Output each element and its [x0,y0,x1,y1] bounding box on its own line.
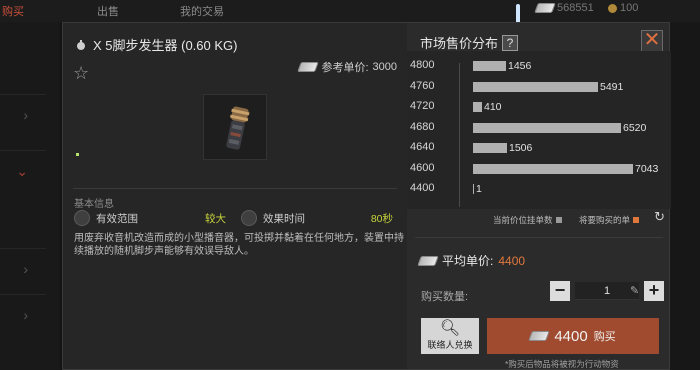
average-price-value: 4400 [498,253,526,268]
range-icon [74,210,90,226]
footstep-generator-icon [226,106,250,150]
attribute-value: 较大 [205,212,226,225]
buy-button[interactable]: 4400 购买 [487,318,659,354]
close-icon: ✕ [643,29,661,51]
help-button[interactable]: ? [502,34,519,51]
chevron-right-icon[interactable]: › [0,94,46,134]
item-image [203,94,267,160]
tab-buy[interactable]: 购买 [2,3,24,19]
reference-price: 参考单价: 3000 [297,59,397,75]
cash-icon [534,3,556,13]
legend-current: 当前价位挂单数 [493,214,562,226]
price-bar [473,61,506,71]
item-detail-panel: X 5脚步发生器 (0.60 KG) ☆ 参考单价: 3000 基本信息 有效范… [63,23,407,369]
contact-exchange-button[interactable]: 🔍︎ 联络人兑换 [421,318,479,354]
chart-axis [459,63,460,207]
price-tick-label: 4600 [410,161,435,174]
average-price: 平均单价: 4400 [417,252,526,269]
buy-price: 4400 [554,327,588,345]
tab-sell[interactable]: 出售 [97,3,119,19]
reference-price-value: 3000 [372,61,397,73]
price-tick-label: 4640 [410,141,435,153]
tab-my-trades[interactable]: 我的交易 [180,3,224,19]
favorite-star-icon[interactable]: ☆ [73,63,89,84]
attribute-duration: 效果时间 80秒 [241,208,393,228]
cash-value: 568551 [557,2,594,14]
price-tick-label: 4760 [410,79,435,92]
chevron-down-icon[interactable]: ⌄ [0,150,46,190]
item-description: 用废弃收音机改造而成的小型播音器，可投掷并黏着在任何地方，装置中持续播放的随机脚… [74,233,404,257]
status-dot [76,153,79,156]
coin-balance: 100 [608,2,638,14]
bar-value-label: 1506 [509,142,533,154]
legend-mine-swatch [633,217,640,223]
divider [73,188,397,189]
weight-icon [77,39,85,50]
edit-icon[interactable]: ✎ [630,284,639,297]
item-title: X 5脚步发生器 (0.60 KG) [93,38,238,53]
market-title: 市场售价分布 [420,36,499,51]
price-distribution-chart: 4800 1456 4760 5491 4720 410 4680 6520 4640 1506 4… [407,51,671,209]
chevron-right-icon[interactable]: › [0,248,46,288]
legend-mine: 将要购买的单 [579,214,640,226]
price-bar [473,81,598,92]
cash-icon [417,255,439,266]
coin-value: 100 [620,2,639,14]
attribute-name: 有效范围 [96,212,138,225]
bar-value-label: 5491 [600,80,624,93]
bar-value-label: 1 [476,183,482,195]
bar-value-label: 410 [484,101,502,113]
background-right-strip [670,22,700,370]
item-trade-dialog: X 5脚步发生器 (0.60 KG) ☆ 参考单价: 3000 基本信息 有效范… [62,22,671,370]
price-tick-label: 4800 [410,59,435,71]
price-tick-label: 4680 [410,120,435,133]
attribute-value: 80秒 [370,212,393,225]
attribute-name: 效果时间 [263,212,305,225]
decrease-quantity-button[interactable]: − [550,281,570,301]
background-list: › ⌄ › › [0,22,60,370]
price-tick-label: 4720 [410,100,435,112]
reference-price-label: 参考单价: [321,62,369,74]
coin-icon [608,3,617,13]
price-tick-label: 4400 [410,182,435,194]
search-icon: 🔍︎ [439,320,461,337]
price-bar [473,122,621,133]
increase-quantity-button[interactable]: + [644,281,664,301]
bar-value-label: 7043 [635,162,659,175]
price-bar [473,163,633,174]
legend-mine-label: 将要购买的单 [579,215,631,225]
close-button[interactable]: ✕ [641,30,663,52]
bar-value-label: 6520 [623,121,647,134]
timer-icon [241,210,257,226]
legend-current-label: 当前价位挂单数 [493,215,553,225]
cash-icon [528,331,551,341]
legend-current-swatch [555,217,562,223]
market-title-row: 市场售价分布 ? [420,33,519,52]
price-bar [473,102,482,112]
purchase-note: *购买后物品将被视为行动物资 [505,359,619,369]
market-panel: 市场售价分布 ? ✕ 4800 1456 4760 5491 4720 410 4680 65… [407,23,671,369]
contact-exchange-label: 联络人兑换 [427,340,473,350]
chevron-right-icon[interactable]: › [0,294,46,334]
item-title-row: X 5脚步发生器 (0.60 KG) [75,35,237,54]
cash-balance: 568551 [534,2,594,14]
attribute-range: 有效范围 较大 [74,208,226,228]
bar-value-label: 1456 [508,60,532,72]
cash-icon [297,62,320,72]
refresh-icon[interactable]: ↻ [654,209,665,225]
quantity-label: 购买数量: [421,291,469,303]
divider [415,237,663,238]
average-price-label: 平均单价: [442,254,494,268]
price-bar [473,143,507,153]
price-bar [473,184,474,194]
buy-label: 购买 [593,331,616,343]
